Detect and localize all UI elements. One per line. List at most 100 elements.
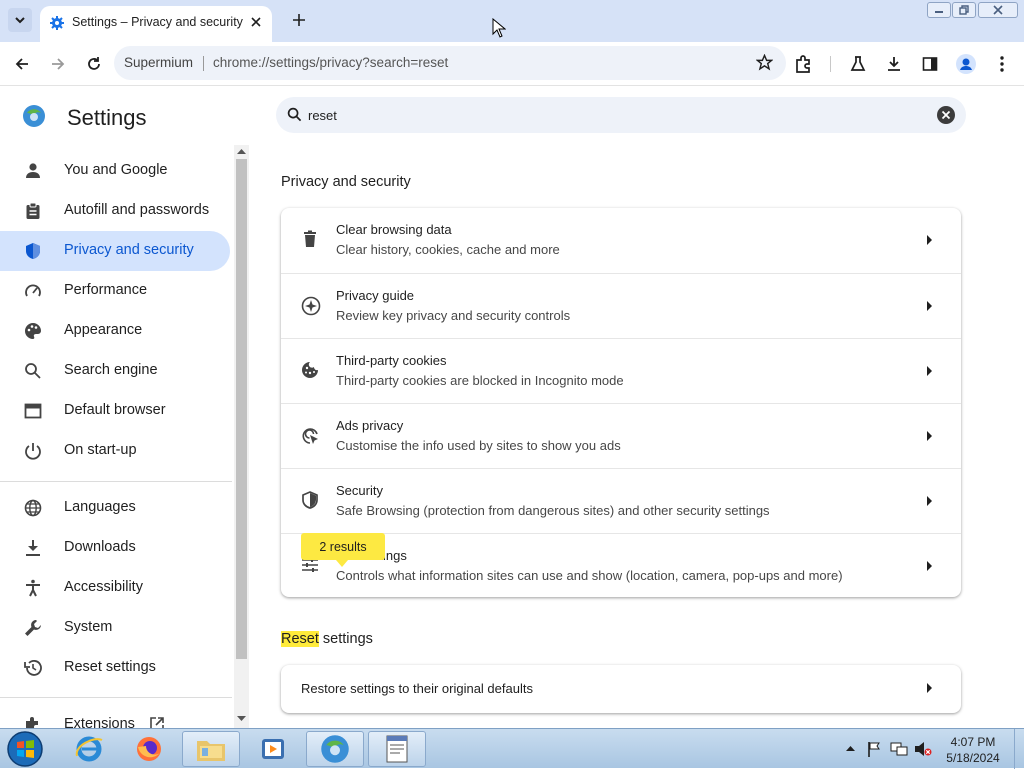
taskbar-media-player[interactable] <box>244 731 302 767</box>
network-icon[interactable] <box>890 741 908 757</box>
settings-search-box[interactable]: reset <box>276 97 966 133</box>
scroll-up-icon[interactable] <box>237 148 246 154</box>
sidebar-item-on-startup[interactable]: On start-up <box>0 431 230 471</box>
close-tab-button[interactable] <box>246 12 266 32</box>
search-results-bubble: 2 results <box>301 533 385 560</box>
start-button[interactable] <box>6 730 44 768</box>
avatar-icon <box>956 54 976 74</box>
sidebar-item-label: Accessibility <box>64 579 143 595</box>
restore-button[interactable] <box>952 2 976 18</box>
sidebar-item-label: Extensions <box>64 716 135 728</box>
action-center-flag-icon[interactable] <box>866 741 882 757</box>
sidebar-divider <box>0 481 232 482</box>
caret-right-icon <box>927 235 932 245</box>
row-subtitle: Review key privacy and security controls <box>336 308 571 323</box>
close-icon <box>993 5 1003 15</box>
sidebar-item-autofill[interactable]: Autofill and passwords <box>0 191 230 231</box>
sidebar-item-downloads[interactable]: Downloads <box>0 528 230 568</box>
sidebar-item-reset-settings[interactable]: Reset settings <box>0 648 230 688</box>
menu-button[interactable] <box>990 52 1014 76</box>
taskbar-internet-explorer[interactable] <box>60 731 118 767</box>
taskbar-firefox[interactable] <box>120 731 178 767</box>
row-title: Restore settings to their original defau… <box>301 681 533 696</box>
row-privacy-guide[interactable]: Privacy guide Review key privacy and sec… <box>281 273 961 338</box>
sidebar-scrollbar[interactable] <box>234 145 249 728</box>
tab-search-button[interactable] <box>8 8 32 32</box>
show-hidden-icons-icon[interactable] <box>846 745 855 751</box>
url-text[interactable]: chrome://settings/privacy?search=reset <box>213 55 448 70</box>
security-shield-icon <box>302 491 318 509</box>
taskbar-notepad[interactable] <box>368 731 426 767</box>
taskbar-file-explorer[interactable] <box>182 731 240 767</box>
restore-defaults-row[interactable]: Restore settings to their original defau… <box>281 665 961 713</box>
address-bar[interactable]: Supermium chrome://settings/privacy?sear… <box>114 46 786 80</box>
sidebar-item-label: You and Google <box>64 162 168 178</box>
gear-icon <box>50 16 64 30</box>
person-icon <box>26 163 40 178</box>
close-window-button[interactable] <box>978 2 1018 18</box>
accessibility-icon <box>26 579 40 597</box>
compass-icon <box>301 296 321 316</box>
divider <box>203 56 204 71</box>
clock-time: 4:07 PM <box>950 735 996 749</box>
browser-logo-icon <box>321 735 349 763</box>
sidebar-item-accessibility[interactable]: Accessibility <box>0 568 230 608</box>
internet-explorer-icon <box>75 736 103 762</box>
back-button[interactable] <box>10 52 34 76</box>
row-security[interactable]: Security Safe Browsing (protection from … <box>281 468 961 533</box>
search-highlight: Reset <box>281 631 319 647</box>
row-subtitle: Customise the info used by sites to show… <box>336 438 621 453</box>
puzzle-icon <box>796 55 810 73</box>
sidebar-item-label: Default browser <box>64 402 166 418</box>
scroll-down-icon[interactable] <box>237 716 246 722</box>
row-title: Ads privacy <box>336 418 404 433</box>
sidebar-item-extensions[interactable]: Extensions <box>0 705 230 728</box>
sidebar-item-performance[interactable]: Performance <box>0 271 230 311</box>
sidebar-item-languages[interactable]: Languages <box>0 488 230 528</box>
row-third-party-cookies[interactable]: Third-party cookies Third-party cookies … <box>281 338 961 403</box>
browser-tab[interactable]: Settings – Privacy and security <box>40 6 272 42</box>
volume-muted-icon[interactable] <box>914 741 932 757</box>
show-desktop-button[interactable] <box>1014 729 1024 769</box>
sidebar-item-appearance[interactable]: Appearance <box>0 311 230 351</box>
download-icon <box>888 57 900 71</box>
history-icon <box>24 660 42 676</box>
labs-button[interactable] <box>846 52 870 76</box>
scrollbar-thumb[interactable] <box>236 159 247 659</box>
sidebar-item-system[interactable]: System <box>0 608 230 648</box>
reload-button[interactable] <box>82 52 106 76</box>
side-panel-button[interactable] <box>918 52 942 76</box>
download-icon <box>26 540 40 556</box>
row-ads-privacy[interactable]: Ads privacy Customise the info used by s… <box>281 403 961 468</box>
trash-icon <box>304 230 316 247</box>
caret-right-icon <box>927 561 932 571</box>
sidebar-item-default-browser[interactable]: Default browser <box>0 391 230 431</box>
caret-right-icon <box>927 366 932 376</box>
system-clock[interactable]: 4:07 PM 5/18/2024 <box>938 734 1008 766</box>
row-title: Security <box>336 483 383 498</box>
sidebar-item-privacy[interactable]: Privacy and security <box>0 231 230 271</box>
profile-button[interactable] <box>954 52 978 76</box>
bubble-tail <box>336 560 348 567</box>
forward-button[interactable] <box>46 52 70 76</box>
power-icon <box>25 443 41 460</box>
document-icon <box>386 735 408 763</box>
new-tab-button[interactable] <box>288 9 310 31</box>
sidebar-item-search-engine[interactable]: Search engine <box>0 351 230 391</box>
row-title: Privacy guide <box>336 288 415 303</box>
site-chip[interactable]: Supermium <box>124 55 193 70</box>
taskbar-supermium[interactable] <box>306 731 364 767</box>
clear-search-icon[interactable] <box>936 105 956 125</box>
close-icon <box>251 17 261 27</box>
minimize-button[interactable] <box>927 2 951 18</box>
caret-right-icon <box>927 683 932 693</box>
mouse-cursor-icon <box>492 18 506 38</box>
section-title-rest: settings <box>318 631 373 647</box>
row-clear-browsing-data[interactable]: Clear browsing data Clear history, cooki… <box>281 208 961 273</box>
downloads-button[interactable] <box>882 52 906 76</box>
search-input[interactable]: reset <box>308 108 337 123</box>
sidebar-item-label: Performance <box>64 282 148 298</box>
star-icon[interactable] <box>756 54 773 71</box>
sidebar-item-you-and-google[interactable]: You and Google <box>0 151 230 191</box>
extensions-button[interactable] <box>792 52 816 76</box>
